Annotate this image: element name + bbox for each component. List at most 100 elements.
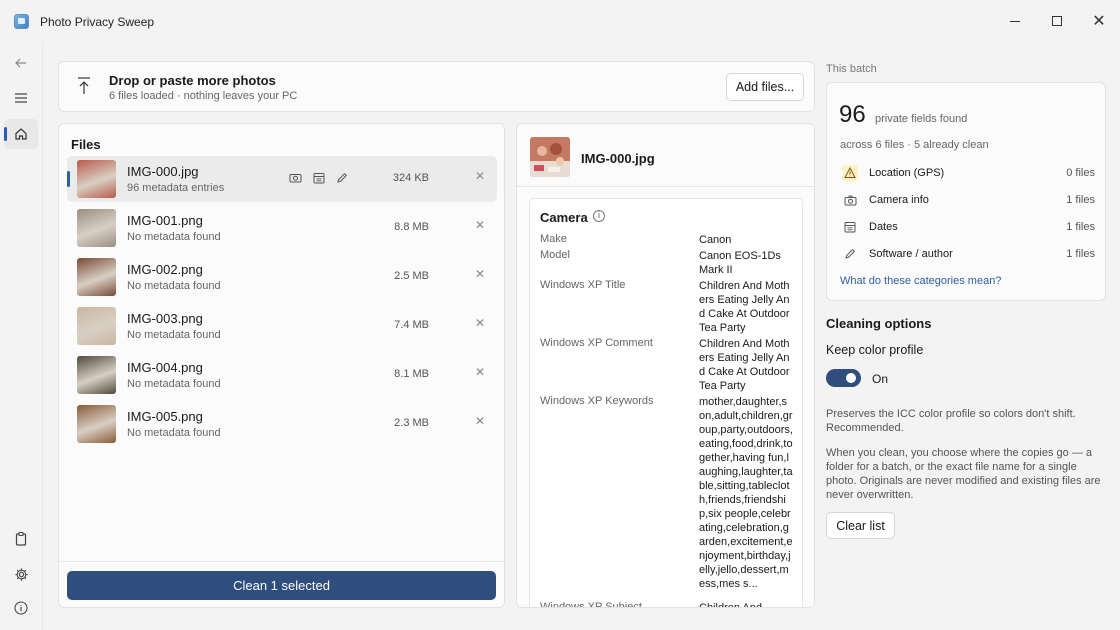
nav-rail — [0, 42, 42, 630]
file-row[interactable]: IMG-004.png No metadata found 8.1 MB ✕ — [67, 352, 497, 398]
drop-title: Drop or paste more photos — [109, 73, 276, 88]
back-arrow-icon — [15, 58, 26, 68]
file-metadata-summary: No metadata found — [127, 427, 221, 439]
metadata-value: Canon — [699, 234, 732, 246]
detail-filename: IMG-000.jpg — [581, 151, 655, 166]
keep-color-toggle[interactable] — [826, 369, 861, 387]
remove-file-icon[interactable]: ✕ — [472, 365, 488, 383]
file-metadata-summary: 96 metadata entries — [127, 182, 225, 194]
metadata-key: Windows XP Comment — [540, 337, 653, 349]
categories-help-link[interactable]: What do these categories mean? — [840, 275, 1001, 287]
upload-arrow-icon — [76, 76, 92, 96]
maximize-icon — [1052, 16, 1062, 26]
file-thumbnail — [77, 356, 116, 394]
file-thumbnail — [77, 160, 116, 198]
title-bar: Photo Privacy Sweep ✕ — [0, 0, 1120, 42]
metadata-key: Windows XP Title — [540, 279, 626, 291]
app-title: Photo Privacy Sweep — [40, 15, 155, 29]
camera-icon — [289, 171, 302, 184]
metadata-key: Windows XP Subject — [540, 601, 642, 608]
file-size: 324 KB — [392, 172, 429, 184]
category-row-location: Location (GPS) 0 files — [839, 162, 1095, 184]
warning-icon — [842, 165, 858, 181]
private-field-label: private fields found — [875, 113, 968, 125]
metadata-key: Make — [540, 233, 567, 245]
file-row[interactable]: IMG-000.jpg 96 metadata entries 324 KB ✕ — [67, 156, 497, 202]
metadata-value: Canon EOS-1Ds Mark II — [699, 250, 781, 276]
calendar-icon — [842, 219, 858, 235]
file-metadata-summary: No metadata found — [127, 280, 221, 292]
file-metadata-summary: No metadata found — [127, 378, 221, 390]
category-count: 0 files — [1066, 167, 1095, 179]
cleaning-options-title: Cleaning options — [826, 316, 932, 331]
file-size: 7.4 MB — [394, 319, 429, 331]
file-name: IMG-000.jpg — [127, 164, 199, 179]
app-photo-icon — [14, 14, 29, 29]
file-row[interactable]: IMG-005.png No metadata found 2.3 MB ✕ — [67, 401, 497, 447]
file-size: 8.8 MB — [394, 221, 429, 233]
file-row[interactable]: IMG-003.png No metadata found 7.4 MB ✕ — [67, 303, 497, 349]
category-count: 1 files — [1066, 194, 1095, 206]
drop-subtitle: 6 files loaded · nothing leaves your PC — [109, 90, 298, 102]
batch-subtitle: across 6 files · 5 already clean — [840, 139, 989, 151]
close-button[interactable]: ✕ — [1084, 8, 1114, 34]
file-row[interactable]: IMG-002.png No metadata found 2.5 MB ✕ — [67, 254, 497, 300]
about-button[interactable] — [4, 593, 38, 623]
camera-icon — [842, 192, 858, 208]
info-icon[interactable]: i — [593, 210, 605, 222]
file-metadata-summary: No metadata found — [127, 231, 221, 243]
file-size: 8.1 MB — [394, 368, 429, 380]
file-size: 2.3 MB — [394, 417, 429, 429]
category-label: Camera info — [869, 194, 929, 206]
detail-thumbnail — [530, 137, 570, 177]
file-thumbnail — [77, 307, 116, 345]
file-name: IMG-001.png — [127, 213, 203, 228]
drop-zone[interactable]: Drop or paste more photos 6 files loaded… — [58, 61, 815, 112]
file-name: IMG-005.png — [127, 409, 203, 424]
metadata-value: Children And — [699, 602, 762, 608]
batch-label: This batch — [826, 63, 877, 75]
metadata-key: Model — [540, 249, 570, 261]
settings-button[interactable] — [4, 559, 38, 589]
menu-icon — [15, 93, 27, 103]
file-name: IMG-004.png — [127, 360, 203, 375]
close-icon: ✕ — [1092, 11, 1106, 30]
menu-button[interactable] — [4, 83, 38, 113]
color-profile-description: Preserves the ICC color profile so color… — [826, 408, 1076, 434]
category-label: Software / author — [869, 248, 953, 260]
remove-file-icon[interactable]: ✕ — [472, 169, 488, 187]
back-button[interactable] — [4, 48, 38, 78]
files-footer-divider — [59, 561, 504, 562]
minimize-icon — [1010, 20, 1020, 22]
remove-file-icon[interactable]: ✕ — [472, 414, 488, 432]
clipboard-icon — [15, 531, 27, 546]
detail-divider — [517, 186, 814, 187]
remove-file-icon[interactable]: ✕ — [472, 316, 488, 334]
batch-summary-card: 96 private fields found across 6 files ·… — [826, 82, 1106, 301]
remove-file-icon[interactable]: ✕ — [472, 218, 488, 236]
file-thumbnail — [77, 405, 116, 443]
camera-metadata-card: Camera i Make Canon Model Canon EOS-1Ds Mar… — [529, 198, 803, 608]
file-row[interactable]: IMG-001.png No metadata found 8.8 MB ✕ — [67, 205, 497, 251]
category-row-software: Software / author 1 files — [839, 243, 1095, 265]
file-name: IMG-003.png — [127, 311, 203, 326]
maximize-button[interactable] — [1042, 8, 1072, 34]
keep-color-label: Keep color profile — [826, 343, 924, 357]
toggle-state-label: On — [872, 372, 889, 386]
category-label: Dates — [869, 221, 898, 233]
files-panel: Files IMG-000.jpg 96 metadata entries 324 … — [58, 123, 505, 608]
private-field-count: 96 — [839, 101, 866, 128]
home-icon — [15, 128, 27, 140]
remove-file-icon[interactable]: ✕ — [472, 267, 488, 285]
add-files-button[interactable]: Add files... — [726, 73, 804, 101]
minimize-button[interactable] — [1000, 8, 1030, 34]
file-size: 2.5 MB — [394, 270, 429, 282]
home-button[interactable] — [4, 119, 38, 149]
camera-section-title: Camera — [540, 210, 588, 225]
clean-selected-button[interactable]: Clean 1 selected — [67, 571, 496, 600]
clear-list-button[interactable]: Clear list — [826, 512, 895, 539]
file-thumbnail — [77, 209, 116, 247]
category-row-camera: Camera info 1 files — [839, 189, 1095, 211]
clipboard-button[interactable] — [4, 524, 38, 554]
file-thumbnail — [77, 258, 116, 296]
